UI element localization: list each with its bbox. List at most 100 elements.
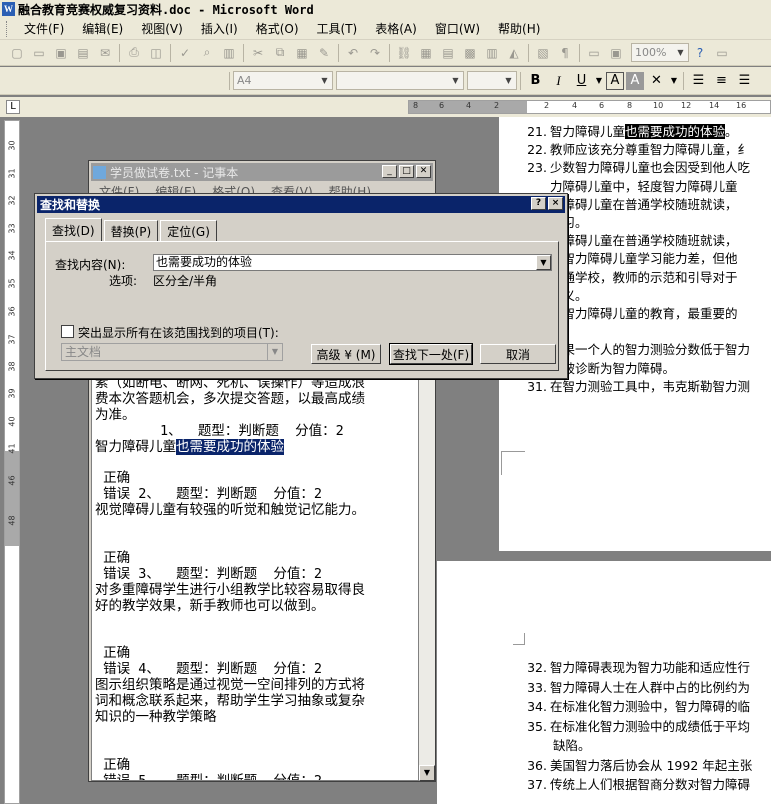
- insert-table-icon[interactable]: ▤: [439, 44, 457, 62]
- vruler-number: 39: [7, 388, 17, 399]
- notepad-line: 智力障碍儿童也需要成功的体验: [95, 438, 284, 455]
- hruler-number: 2: [494, 101, 500, 110]
- close-icon[interactable]: ✕: [416, 165, 431, 178]
- translate-icon[interactable]: ▥: [220, 44, 238, 62]
- menu-item-4[interactable]: 格式(O): [247, 20, 308, 37]
- vertical-ruler[interactable]: 30 31 32 33 34 35 36 37 38 39 40 41 46 48: [4, 120, 20, 804]
- tab-stop-selector[interactable]: L: [6, 100, 20, 114]
- italic-button[interactable]: I: [548, 70, 569, 91]
- open-icon[interactable]: ▭: [30, 44, 48, 62]
- tables-icon[interactable]: ▦: [417, 44, 435, 62]
- doc-line-text: 于智力障碍儿童的教育，最重要的: [550, 306, 738, 321]
- doc-line: 力障碍儿童在普通学校随班就读，: [550, 196, 738, 214]
- underline-dropdown-icon[interactable]: ▼: [594, 70, 604, 91]
- word-app-icon[interactable]: W: [2, 2, 15, 16]
- find-next-button[interactable]: 查找下一处(F): [389, 343, 473, 365]
- menu-item-7[interactable]: 窗口(W): [426, 20, 489, 37]
- maximize-icon[interactable]: □: [399, 165, 414, 178]
- doc-line-tail: 。: [725, 124, 738, 139]
- horizontal-ruler[interactable]: 8 6 4 2 2 4 6 8 10 12 14 16: [408, 100, 771, 114]
- find-replace-dialog[interactable]: 查找和替换 ? × 查找(D) 替换(P) 定位(G) 查找内容(N): 也需要…: [34, 193, 568, 379]
- format-painter-icon[interactable]: ✎: [315, 44, 333, 62]
- phonetic-icon[interactable]: ✕: [646, 70, 667, 91]
- doc-line-text: 智力障碍表现为智力功能和适应性行: [550, 660, 751, 675]
- minimize-icon[interactable]: _: [382, 165, 397, 178]
- phonetic-dropdown-icon[interactable]: ▼: [669, 70, 679, 91]
- align-center-icon[interactable]: ≡: [711, 70, 732, 91]
- new-doc-icon[interactable]: ▢: [8, 44, 26, 62]
- zoom-combo[interactable]: 100% ▼: [631, 43, 689, 62]
- help-icon[interactable]: ?: [691, 44, 709, 62]
- print-icon[interactable]: ⎙: [125, 44, 143, 62]
- style-combo[interactable]: A4 ▼: [233, 71, 333, 90]
- tab-replace[interactable]: 替换(P): [103, 220, 159, 241]
- doc-line: 37. 传统上人们根据智商分数对智力障碍: [519, 776, 750, 794]
- vruler-number: 36: [7, 306, 17, 317]
- more-button[interactable]: 高级 ¥ (M): [311, 344, 381, 364]
- doc-line-number: 37.: [527, 777, 547, 792]
- read-icon[interactable]: ▭: [585, 44, 603, 62]
- find-history-dropdown-icon[interactable]: ▼: [536, 255, 551, 270]
- highlight-all-checkbox[interactable]: [61, 325, 74, 338]
- char-border-button[interactable]: A: [606, 71, 624, 90]
- paste-icon[interactable]: ▦: [293, 44, 311, 62]
- save-icon[interactable]: ▣: [52, 44, 70, 62]
- show-hide-icon[interactable]: ¶: [556, 44, 574, 62]
- menu-item-3[interactable]: 插入(I): [192, 20, 247, 37]
- document-page-2[interactable]: 32. 智力障碍表现为智力功能和适应性行 33. 智力障碍人士在人群中占的比例约为 34…: [437, 561, 771, 804]
- font-size-combo[interactable]: ▼: [467, 71, 517, 90]
- align-justify-icon[interactable]: ☰: [688, 70, 709, 91]
- notepad-title-bar[interactable]: 学员做试卷.txt - 记事本 _ □ ✕: [91, 163, 433, 181]
- vruler-number: 40: [7, 416, 17, 427]
- email-icon[interactable]: ✉: [96, 44, 114, 62]
- bold-button[interactable]: B: [525, 70, 546, 91]
- doc-map-icon[interactable]: ▧: [534, 44, 552, 62]
- doc-line-number: 31.: [527, 378, 547, 394]
- char-shading-button[interactable]: A: [626, 71, 644, 90]
- excel-icon[interactable]: ▩: [461, 44, 479, 62]
- notepad-line: 费本次答题机会，多次提交答题，以最高成绩: [95, 390, 365, 407]
- doc-line-text: 教师应该充分尊重智力障碍儿童，纟: [550, 142, 751, 158]
- cut-icon[interactable]: ✂: [249, 44, 267, 62]
- columns-icon[interactable]: ▥: [483, 44, 501, 62]
- permission-icon[interactable]: ▤: [74, 44, 92, 62]
- find-dialog-title: 查找和替换: [40, 198, 101, 212]
- page-gap: [437, 551, 771, 561]
- find-dialog-title-bar[interactable]: 查找和替换 ? ×: [37, 196, 565, 213]
- doc-line-text: 在智力测验工具中，韦克斯勒智力测: [550, 378, 751, 394]
- redo-icon[interactable]: ↷: [366, 44, 384, 62]
- doc-line-text: 智力障碍儿童: [550, 124, 626, 139]
- menu-item-5[interactable]: 工具(T): [308, 20, 367, 37]
- doc-line-text: 会被诊断为智力障碍。: [550, 360, 676, 376]
- read-mode-icon[interactable]: ▭: [713, 44, 731, 62]
- align-right-icon[interactable]: ☰: [734, 70, 755, 91]
- cancel-button[interactable]: 取消: [480, 344, 556, 364]
- doc-line: 33. 智力障碍人士在人群中占的比例约为: [519, 679, 750, 697]
- find-what-input[interactable]: 也需要成功的体验 ▼: [153, 254, 552, 271]
- menu-item-6[interactable]: 表格(A): [366, 20, 426, 37]
- help-button[interactable]: ?: [531, 197, 546, 210]
- reading-mode-icon[interactable]: ▣: [607, 44, 625, 62]
- hyperlink-icon[interactable]: ⛓: [395, 44, 413, 62]
- spelling-icon[interactable]: ✓: [176, 44, 194, 62]
- search-scope-select[interactable]: 主文档 ▼: [61, 343, 283, 361]
- copy-icon[interactable]: ⧉: [271, 44, 289, 62]
- scroll-down-icon[interactable]: ▼: [419, 765, 435, 781]
- menu-item-0[interactable]: 文件(F): [15, 20, 73, 37]
- menu-item-1[interactable]: 编辑(E): [73, 20, 132, 37]
- vruler-number: 32: [7, 195, 17, 206]
- menu-item-8[interactable]: 帮助(H): [489, 20, 549, 37]
- undo-icon[interactable]: ↶: [344, 44, 362, 62]
- underline-button[interactable]: U: [571, 70, 592, 91]
- tab-goto[interactable]: 定位(G): [160, 220, 217, 241]
- tab-find[interactable]: 查找(D): [45, 218, 102, 241]
- vruler-number: 48: [7, 515, 17, 526]
- drawing-icon[interactable]: ◭: [505, 44, 523, 62]
- print-preview-icon[interactable]: ◫: [147, 44, 165, 62]
- notepad-line: 1、 题型：判断题 分值：2: [95, 422, 344, 439]
- notepad-line: 视觉障碍儿童有较强的听觉和触觉记忆能力。: [95, 502, 365, 519]
- font-combo[interactable]: ▼: [336, 71, 464, 90]
- dialog-close-button[interactable]: ×: [548, 197, 563, 210]
- research-icon[interactable]: ⌕: [198, 44, 216, 62]
- menu-item-2[interactable]: 视图(V): [132, 20, 192, 37]
